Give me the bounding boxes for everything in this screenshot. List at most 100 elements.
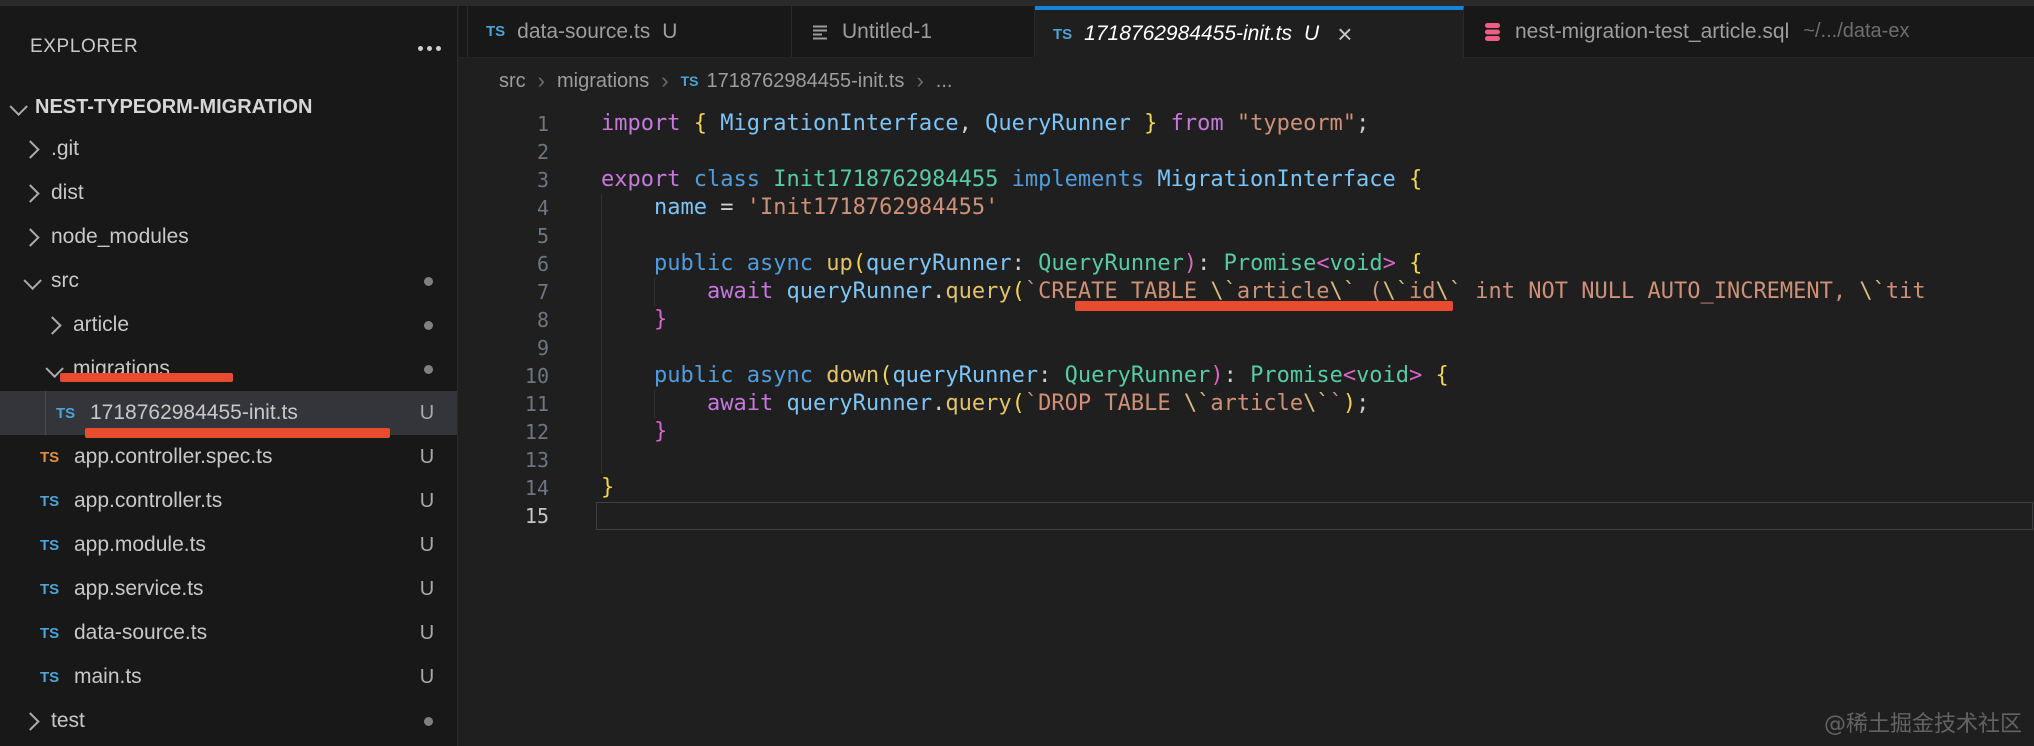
code-line-4[interactable]: 4 name = 'Init1718762984455' xyxy=(459,194,2034,222)
breadcrumb-item[interactable]: 1718762984455-init.ts xyxy=(706,70,904,93)
code-line-9[interactable]: 9 xyxy=(459,334,2034,362)
explorer-header: EXPLORER xyxy=(0,34,457,62)
tree-item-app.controller.ts[interactable]: TSapp.controller.tsU xyxy=(0,479,457,523)
tree-item-label: data-source.ts xyxy=(74,621,207,645)
tab-label: 1718762984455-init.ts xyxy=(1084,22,1292,46)
indent-guide xyxy=(601,194,602,222)
tree-item-label: dist xyxy=(51,181,84,205)
indent-guide xyxy=(601,222,602,250)
code-line-12[interactable]: 12 } xyxy=(459,418,2034,446)
indent-guide xyxy=(654,390,655,418)
breadcrumb-item[interactable]: src xyxy=(499,70,526,93)
untracked-badge: U xyxy=(415,622,439,645)
more-actions-icon[interactable] xyxy=(418,46,423,51)
code-area: 1import { MigrationInterface, QueryRunne… xyxy=(459,104,2034,746)
untracked-badge: U xyxy=(415,446,439,469)
tree-item-dist[interactable]: dist xyxy=(0,171,457,215)
code-line-3[interactable]: 3export class Init1718762984455 implemen… xyxy=(459,166,2034,194)
project-root-item[interactable]: NEST-TYPEORM-MIGRATION xyxy=(0,90,457,124)
tab-Untitled-1[interactable]: Untitled-1 xyxy=(792,6,1035,57)
cursor-line-highlight xyxy=(596,502,2033,530)
code-line-content: public async down(queryRunner: QueryRunn… xyxy=(549,362,1449,390)
indent-guide xyxy=(601,278,602,306)
line-number: 4 xyxy=(459,194,549,222)
tree-item-app.service.ts[interactable]: TSapp.service.tsU xyxy=(0,567,457,611)
untracked-badge: U xyxy=(415,666,439,689)
code-line-6[interactable]: 6 public async up(queryRunner: QueryRunn… xyxy=(459,250,2034,278)
tab-data-source.ts[interactable]: TSdata-source.tsU xyxy=(467,6,792,57)
typescript-icon: TS xyxy=(40,669,74,686)
line-number: 6 xyxy=(459,250,549,278)
tab-label: data-source.ts xyxy=(517,20,650,44)
tree-item-src[interactable]: src xyxy=(0,259,457,303)
code-line-5[interactable]: 5 xyxy=(459,222,2034,250)
tree-item-.git[interactable]: .git xyxy=(0,127,457,171)
vscode-window: EXPLORER NEST-TYPEORM-MIGRATION .git dist… xyxy=(0,0,2034,746)
code-line-13[interactable]: 13 xyxy=(459,446,2034,474)
line-number: 9 xyxy=(459,334,549,362)
modified-dot-badge xyxy=(424,321,433,330)
watermark: @稀土掘金技术社区 xyxy=(1824,706,2022,738)
untitled-file-icon xyxy=(810,22,830,42)
line-number: 2 xyxy=(459,138,549,166)
line-number: 14 xyxy=(459,474,549,502)
line-number: 10 xyxy=(459,362,549,390)
untracked-badge: U xyxy=(415,534,439,557)
untracked-badge: U xyxy=(415,402,439,425)
tree-item-label: app.service.ts xyxy=(74,577,204,601)
project-root-label: NEST-TYPEORM-MIGRATION xyxy=(35,96,312,119)
tab-1718762984455-init.ts[interactable]: TS1718762984455-init.tsU× xyxy=(1035,6,1464,58)
breadcrumb-separator-icon: › xyxy=(538,68,545,94)
indent-guide xyxy=(601,334,602,362)
line-number: 5 xyxy=(459,222,549,250)
tab-nest-migration-test-article.sql[interactable]: nest-migration-test_article.sql ~/.../dat… xyxy=(1464,6,2034,57)
code-line-content: public async up(queryRunner: QueryRunner… xyxy=(549,250,1422,278)
code-line-2[interactable]: 2 xyxy=(459,138,2034,166)
breadcrumb-separator-icon: › xyxy=(661,68,668,94)
line-number: 13 xyxy=(459,446,549,474)
indent-guide xyxy=(601,250,602,278)
modified-dot-badge xyxy=(424,717,433,726)
code-line-15[interactable]: 15 xyxy=(459,502,2034,530)
tree-item-data-source.ts[interactable]: TSdata-source.ts U xyxy=(0,611,457,655)
typescript-icon: TS xyxy=(1053,26,1072,43)
typescript-icon: TS xyxy=(40,537,74,554)
chevron-right-icon xyxy=(21,184,39,202)
tree-item-article[interactable]: article xyxy=(0,303,457,347)
code-line-content: await queryRunner.query(`DROP TABLE \`ar… xyxy=(549,390,1369,418)
breadcrumb-separator-icon: › xyxy=(916,68,923,94)
chevron-right-icon xyxy=(43,316,61,334)
code-line-10[interactable]: 10 public async down(queryRunner: QueryR… xyxy=(459,362,2034,390)
untracked-badge: U xyxy=(415,578,439,601)
explorer-title: EXPLORER xyxy=(30,36,138,58)
line-number: 11 xyxy=(459,390,549,418)
line-number: 7 xyxy=(459,278,549,306)
untracked-badge: U xyxy=(415,490,439,513)
tree-item-node-modules[interactable]: node_modules xyxy=(0,215,457,259)
close-icon[interactable]: × xyxy=(1337,21,1352,47)
chevron-right-icon xyxy=(21,228,39,246)
tree-item-main.ts[interactable]: TSmain.tsU xyxy=(0,655,457,699)
tree-item-label: node_modules xyxy=(51,225,189,249)
indent-guide xyxy=(601,390,602,418)
code-line-content: } xyxy=(549,306,667,334)
code-line-1[interactable]: 1import { MigrationInterface, QueryRunne… xyxy=(459,110,2034,138)
annotation-underline-migrations xyxy=(60,373,233,382)
code-line-11[interactable]: 11 await queryRunner.query(`DROP TABLE \… xyxy=(459,390,2034,418)
tree-item-label: src xyxy=(51,269,79,293)
tree-item-app.controller.spec.ts[interactable]: TSapp.controller.spec.tsU xyxy=(0,435,457,479)
typescript-icon: TS xyxy=(40,625,74,642)
tab-file-path: ~/.../data-ex xyxy=(1803,20,1909,43)
tab-label: nest-migration-test_article.sql xyxy=(1515,20,1789,44)
tree-item-app.module.ts[interactable]: TSapp.module.tsU xyxy=(0,523,457,567)
breadcrumb-item[interactable]: migrations xyxy=(557,70,649,93)
tree-item-label: 1718762984455-init.ts xyxy=(90,401,298,425)
code-line-14[interactable]: 14} xyxy=(459,474,2034,502)
code-line-content: name = 'Init1718762984455' xyxy=(549,194,998,222)
line-number: 12 xyxy=(459,418,549,446)
tree-item-migrations[interactable]: migrations xyxy=(0,347,457,391)
annotation-underline-create-table xyxy=(1075,301,1453,311)
tree-item-label: article xyxy=(73,313,129,337)
tree-item-test[interactable]: test xyxy=(0,699,457,743)
breadcrumb-item[interactable]: ... xyxy=(936,70,953,93)
